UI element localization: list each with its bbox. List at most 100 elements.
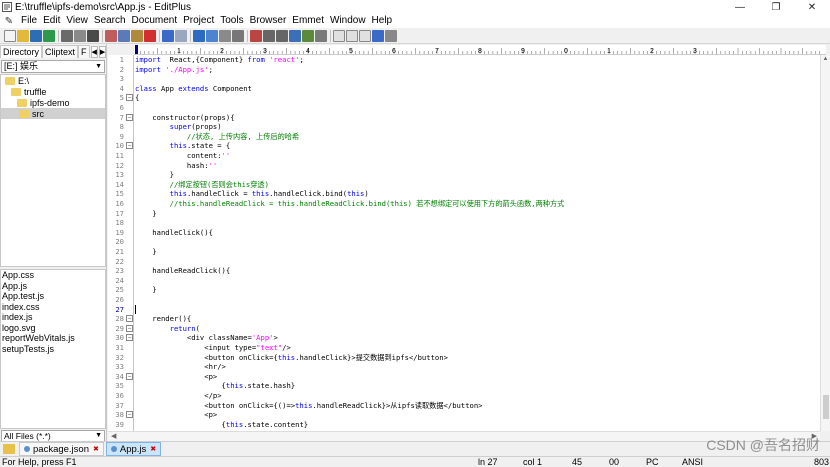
menu-window[interactable]: Window xyxy=(327,14,369,28)
fold-toggle-icon[interactable]: − xyxy=(126,334,133,342)
tree-item-truffle[interactable]: truffle xyxy=(1,86,105,97)
code-line[interactable]: 27 xyxy=(108,304,820,315)
menu-project[interactable]: Project xyxy=(180,14,217,28)
tab-scroll-left-icon[interactable]: ◀ xyxy=(90,46,98,58)
ruler-icon[interactable] xyxy=(289,29,301,42)
scrollbar-thumb[interactable] xyxy=(823,395,829,419)
menu-document[interactable]: Document xyxy=(129,14,181,28)
code-line[interactable]: 4 class App extends Component xyxy=(108,84,820,94)
code-line[interactable]: 21 } xyxy=(108,247,820,257)
cut-icon[interactable] xyxy=(105,29,117,42)
code-line[interactable]: 33 <hr/> xyxy=(108,362,820,372)
code-line[interactable]: 14 //绑定按钮(否则会this穿透) xyxy=(108,180,820,190)
find-icon[interactable] xyxy=(193,29,205,42)
close-tab-icon[interactable]: ✖ xyxy=(150,445,156,453)
code-line[interactable]: 34− <p> xyxy=(108,372,820,382)
save-all-icon[interactable] xyxy=(43,29,55,42)
code-line[interactable]: 9 //状态, 上传内容, 上传后的哈希 xyxy=(108,132,820,142)
menu-edit[interactable]: Edit xyxy=(40,14,63,28)
fold-toggle-icon[interactable]: − xyxy=(126,324,133,332)
doc-tab-app-js[interactable]: App.js ✖ xyxy=(105,442,162,456)
code-line[interactable]: 2 import './App.js'; xyxy=(108,65,820,75)
code-line[interactable]: 31 <input type="text"/> xyxy=(108,343,820,353)
list-item[interactable]: App.css xyxy=(1,270,105,281)
code-line[interactable]: 29− return( xyxy=(108,324,820,334)
code-line[interactable]: 17 } xyxy=(108,209,820,219)
browser-icon[interactable] xyxy=(372,29,384,42)
menu-emmet[interactable]: Emmet xyxy=(289,14,327,28)
settings-gear-icon[interactable] xyxy=(315,29,327,42)
code-line[interactable]: 8 super(props) xyxy=(108,122,820,132)
tree-item-ipfs-demo[interactable]: ipfs-demo xyxy=(1,97,105,108)
code-line[interactable]: 30− <div className='App'> xyxy=(108,333,820,343)
list-item[interactable]: App.test.js xyxy=(1,291,105,302)
code-line[interactable]: 7− constructor(props){ xyxy=(108,113,820,123)
menu-help[interactable]: Help xyxy=(369,14,396,28)
tab-directory[interactable]: Directory xyxy=(0,45,43,58)
tree-item-src[interactable]: src xyxy=(1,108,105,119)
window-cascade-icon[interactable] xyxy=(346,29,358,42)
replace-icon[interactable] xyxy=(206,29,218,42)
vertical-scrollbar[interactable]: ▲ xyxy=(820,55,830,431)
list-item[interactable]: index.css xyxy=(1,302,105,313)
code-line[interactable]: 39 {this.state.content} xyxy=(108,420,820,430)
menu-search[interactable]: Search xyxy=(91,14,129,28)
fold-toggle-icon[interactable]: − xyxy=(126,411,133,419)
line-number-icon[interactable] xyxy=(302,29,314,42)
open-folder-icon[interactable] xyxy=(17,29,29,42)
close-tab-icon[interactable]: ✖ xyxy=(93,445,99,453)
fold-toggle-icon[interactable]: − xyxy=(126,142,133,150)
code-line[interactable]: 3 xyxy=(108,74,820,84)
code-line[interactable]: 35 {this.state.hash} xyxy=(108,381,820,391)
code-line[interactable]: 18 xyxy=(108,218,820,228)
menu-view[interactable]: View xyxy=(63,14,91,28)
code-line[interactable]: 10− this.state = { xyxy=(108,141,820,151)
tree-item-root[interactable]: E:\ xyxy=(1,75,105,86)
tab-scroll-right-icon[interactable]: ▶ xyxy=(98,46,107,58)
code-line[interactable]: 1 import React,{Component} from 'react'; xyxy=(108,55,820,65)
heading-icon[interactable] xyxy=(263,29,275,42)
list-item[interactable]: setupTests.js xyxy=(1,344,105,355)
code-line[interactable]: 15 this.handleClick = this.handleClick.b… xyxy=(108,189,820,199)
code-line[interactable]: 25 } xyxy=(108,285,820,295)
code-line[interactable]: 22 xyxy=(108,257,820,267)
delete-icon[interactable] xyxy=(144,29,156,42)
code-line[interactable]: 23 handleReadClick(){ xyxy=(108,266,820,276)
fold-toggle-icon[interactable]: − xyxy=(126,94,133,102)
code-line[interactable]: 36 </p> xyxy=(108,391,820,401)
goto-icon[interactable] xyxy=(219,29,231,42)
code-editor[interactable]: 1 import React,{Component} from 'react'; 2… xyxy=(108,55,820,431)
code-line[interactable]: 6 xyxy=(108,103,820,113)
window-split-icon[interactable] xyxy=(359,29,371,42)
indent-icon[interactable] xyxy=(232,29,244,42)
save-icon[interactable] xyxy=(30,29,42,42)
code-line[interactable]: 12 hash:'' xyxy=(108,161,820,171)
maximize-button[interactable]: ❐ xyxy=(758,0,794,14)
word-wrap-icon[interactable] xyxy=(276,29,288,42)
new-file-icon[interactable] xyxy=(4,29,16,42)
drive-select[interactable]: [E:] 娱乐 ▼ xyxy=(1,60,105,73)
list-item[interactable]: index.js xyxy=(1,312,105,323)
code-line[interactable]: 11 content:'' xyxy=(108,151,820,161)
paste-icon[interactable] xyxy=(131,29,143,42)
code-line[interactable]: 28− render(){ xyxy=(108,314,820,324)
doc-tab-package-json[interactable]: package.json ✖ xyxy=(19,442,104,456)
code-line[interactable]: 19 handleClick(){ xyxy=(108,228,820,238)
code-line[interactable]: 5−{ xyxy=(108,93,820,103)
code-line[interactable]: 20 xyxy=(108,237,820,247)
redo-icon[interactable] xyxy=(175,29,187,42)
code-line[interactable]: 16 //this.handleReadClick = this.handleR… xyxy=(108,199,820,209)
fold-toggle-icon[interactable]: − xyxy=(126,372,133,380)
print-preview-icon[interactable] xyxy=(74,29,86,42)
copy-icon[interactable] xyxy=(118,29,130,42)
print-icon[interactable] xyxy=(61,29,73,42)
code-line[interactable]: 24 xyxy=(108,276,820,286)
menu-browser[interactable]: Browser xyxy=(247,14,290,28)
help-icon[interactable] xyxy=(385,29,397,42)
menu-tools[interactable]: Tools xyxy=(217,14,246,28)
minimize-button[interactable]: — xyxy=(722,0,758,14)
tab-functions[interactable]: F xyxy=(78,45,90,58)
font-icon[interactable] xyxy=(250,29,262,42)
list-item[interactable]: reportWebVitals.js xyxy=(1,333,105,344)
menu-file[interactable]: File xyxy=(18,14,40,28)
